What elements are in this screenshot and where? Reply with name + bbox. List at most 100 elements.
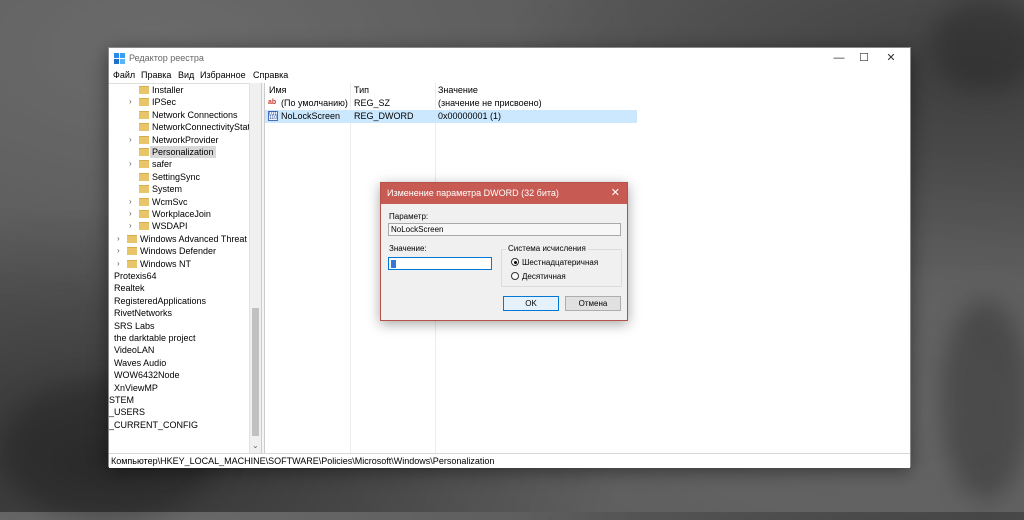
tree-item[interactable]: › Windows NT <box>109 258 249 270</box>
binary-value-icon: 011 110 <box>268 111 278 121</box>
menu-view[interactable]: Вид <box>178 70 194 80</box>
minimize-button[interactable]: — <box>828 51 850 65</box>
param-label: Параметр: <box>389 212 429 221</box>
tree-item-label: Realtek <box>114 283 145 294</box>
tree-item[interactable]: System <box>109 183 249 195</box>
column-header-value[interactable]: Значение <box>438 85 478 95</box>
tree-item[interactable]: RivetNetworks <box>109 307 249 319</box>
tree-item[interactable]: Realtek <box>109 282 249 294</box>
tree-item[interactable]: the darktable project <box>109 332 249 344</box>
value-row-nolockscreen[interactable]: 011 110 NoLockScreen REG_DWORD 0x00000001… <box>265 110 637 123</box>
folder-icon <box>139 98 149 107</box>
radio-hexadecimal-label[interactable]: Шестнадцатеричная <box>522 258 598 267</box>
tree-item[interactable]: Waves Audio <box>109 357 249 369</box>
maximize-button[interactable]: ☐ <box>853 51 875 65</box>
value-data-input[interactable] <box>388 257 492 270</box>
expand-chevron-icon[interactable]: › <box>129 220 132 232</box>
vertical-scroll-thumb[interactable] <box>252 308 259 436</box>
tree-item-label: Network Connections <box>152 109 238 120</box>
tree-item-label: RegisteredApplications <box>114 295 207 306</box>
tree-item-label: WorkplaceJoin <box>152 209 211 219</box>
tree-item[interactable]: › NetworkProvider <box>109 134 249 146</box>
menu-file[interactable]: Файл <box>113 70 135 80</box>
tree-item[interactable]: › WSDAPI <box>109 220 249 232</box>
tree-item-label: Windows NT <box>140 258 192 269</box>
folder-icon <box>127 234 137 243</box>
tree-item[interactable]: › Windows Defender <box>109 245 249 257</box>
folder-icon <box>139 210 149 218</box>
tree-item[interactable]: › WorkplaceJoin <box>109 208 249 220</box>
tree-item-label: WSDAPI <box>152 221 188 232</box>
menu-bar: Файл Правка Вид Избранное Справка <box>109 69 910 83</box>
radio-selected-dot <box>513 260 517 264</box>
radio-decimal-label[interactable]: Десятичная <box>522 272 566 281</box>
dialog-title: Изменение параметра DWORD (32 бита) <box>387 188 559 198</box>
tree-item[interactable]: WOW6432Node <box>109 369 249 381</box>
tree-item[interactable]: NetworkConnectivityStatu <box>109 121 255 133</box>
column-header-name[interactable]: Имя <box>269 85 287 95</box>
registry-app-icon <box>114 53 125 64</box>
folder-icon <box>139 197 149 206</box>
tree-item-label: Windows Advanced Threat Pr <box>140 233 259 244</box>
expand-chevron-icon[interactable]: › <box>129 134 132 146</box>
dialog-title-bar[interactable]: Изменение параметра DWORD (32 бита) ✕ <box>381 183 627 204</box>
expand-chevron-icon[interactable]: › <box>117 233 120 245</box>
tree-item-label: Waves Audio <box>114 357 167 368</box>
tree-item-label: RivetNetworks <box>114 308 173 319</box>
tree-item[interactable]: Personalization <box>109 146 249 158</box>
tree-item[interactable]: XnViewMP <box>109 382 249 394</box>
value-data: 0x00000001 (1) <box>438 111 502 121</box>
tree-item[interactable]: Network Connections <box>109 109 249 121</box>
folder-icon <box>139 148 149 156</box>
tree-item[interactable]: SRS Labs <box>109 320 249 332</box>
scroll-down-arrow-icon[interactable]: ⌄ <box>252 441 259 450</box>
value-data: (значение не присвоено) <box>438 98 542 108</box>
expand-chevron-icon[interactable]: › <box>129 158 132 170</box>
edit-dword-dialog: Изменение параметра DWORD (32 бита) ✕ Па… <box>380 182 628 321</box>
tree-item-label: safer <box>152 159 173 170</box>
tree-item-label: STEM <box>109 395 135 405</box>
value-row-default[interactable]: ab (По умолчанию) REG_SZ (значение не пр… <box>265 97 637 110</box>
window-title: Редактор реестра <box>129 53 204 63</box>
value-label: Значение: <box>389 244 427 253</box>
tree-item[interactable]: _CURRENT_CONFIG <box>109 419 249 431</box>
tree-item[interactable]: SettingSync <box>109 171 249 183</box>
column-header-type[interactable]: Тип <box>354 85 369 95</box>
ok-button[interactable]: OK <box>503 296 559 311</box>
status-bar: Компьютер\HKEY_LOCAL_MACHINE\SOFTWARE\Po… <box>109 453 910 468</box>
dialog-close-icon[interactable]: ✕ <box>611 186 620 199</box>
radio-decimal[interactable] <box>511 272 519 280</box>
folder-icon <box>139 110 149 119</box>
menu-favorites[interactable]: Избранное <box>200 70 246 80</box>
tree-item[interactable]: › Windows Advanced Threat Pr <box>109 233 258 245</box>
tree-item-label: WcmSvc <box>152 196 188 207</box>
title-bar[interactable]: Редактор реестра — ☐ ✕ <box>109 48 910 69</box>
tree-item[interactable]: Installer <box>109 84 249 96</box>
menu-edit[interactable]: Правка <box>141 70 171 80</box>
tree-item[interactable]: VideoLAN <box>109 344 249 356</box>
tree-item[interactable]: STEM <box>109 394 249 406</box>
tree-item[interactable]: › IPSec <box>109 96 249 108</box>
cancel-button[interactable]: Отмена <box>565 296 621 311</box>
tree-item[interactable]: _USERS <box>109 406 249 418</box>
expand-chevron-icon[interactable]: › <box>117 258 120 270</box>
registry-tree[interactable]: Installer › IPSec Network Connections Networ… <box>109 83 261 454</box>
expand-chevron-icon[interactable]: › <box>117 245 120 257</box>
tree-item[interactable]: Protexis64 <box>109 270 249 282</box>
tree-item[interactable]: › WcmSvc <box>109 196 249 208</box>
tree-item-label: XnViewMP <box>114 382 158 393</box>
menu-help[interactable]: Справка <box>253 70 288 80</box>
tree-item[interactable]: RegisteredApplications <box>109 295 249 307</box>
radio-hexadecimal[interactable] <box>511 258 519 266</box>
tree-vertical-scrollbar[interactable]: ⌄ <box>249 83 261 453</box>
expand-chevron-icon[interactable]: › <box>129 208 132 220</box>
expand-chevron-icon[interactable]: › <box>129 196 132 208</box>
expand-chevron-icon[interactable]: › <box>129 96 132 108</box>
folder-icon <box>127 247 137 256</box>
value-name: NoLockScreen <box>281 111 341 121</box>
tree-item-label: _USERS <box>109 407 146 418</box>
tree-item[interactable]: › safer <box>109 158 249 170</box>
folder-icon <box>139 123 149 132</box>
close-button[interactable]: ✕ <box>880 51 902 65</box>
folder-icon <box>127 259 137 268</box>
